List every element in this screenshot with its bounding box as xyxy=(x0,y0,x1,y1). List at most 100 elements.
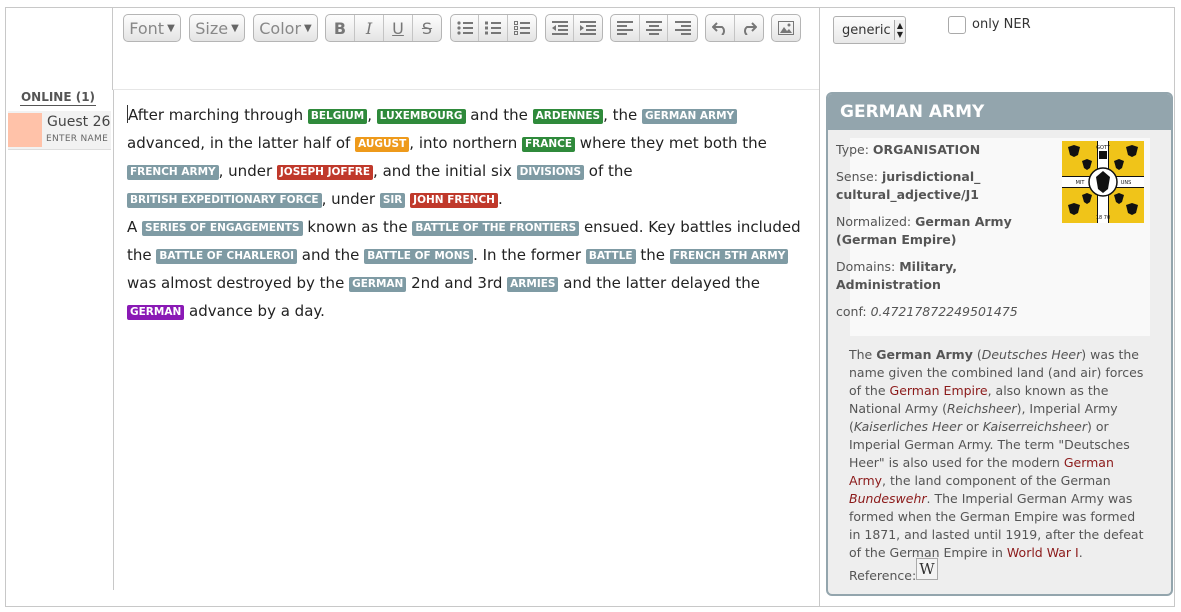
flag-motto-left: MIT xyxy=(1076,180,1086,186)
entity-title: GERMAN ARMY xyxy=(828,94,1171,130)
font-select-label: Font xyxy=(129,18,165,38)
chevron-down-icon: ▼ xyxy=(167,22,175,34)
conf-value: 0.47217872249501475 xyxy=(870,304,1018,319)
desc-italic-term: Deutsches Heer xyxy=(981,347,1082,362)
editor-text: 2nd and 3rd xyxy=(406,274,508,292)
redo-button[interactable] xyxy=(735,15,763,41)
numbered-list-button[interactable] xyxy=(479,15,508,41)
editor-text: . xyxy=(497,190,503,208)
bullet-list-icon xyxy=(457,21,473,35)
entity-tag[interactable]: JOHN FRENCH xyxy=(410,193,498,208)
bold-button[interactable]: B xyxy=(326,15,355,41)
outdent-button[interactable] xyxy=(546,15,575,41)
domains-value-line2: Administration xyxy=(836,277,941,292)
entity-tag[interactable]: GERMAN xyxy=(349,277,407,292)
entity-tag[interactable]: LUXEMBOURG xyxy=(376,109,466,124)
language-select-value: generic xyxy=(842,22,891,38)
text-style-group: B I U S xyxy=(325,14,442,42)
wikipedia-icon[interactable]: W xyxy=(916,558,938,580)
entity-tag[interactable]: BATTLE OF MONS xyxy=(364,249,474,264)
entity-tag[interactable]: GERMAN ARMY xyxy=(642,109,738,124)
editor-text: of the xyxy=(584,162,633,180)
editor-text: advance by a day. xyxy=(184,302,325,320)
history-group xyxy=(705,14,764,42)
size-select[interactable]: Size ▼ xyxy=(189,14,245,42)
enter-name-button[interactable]: ENTER NAME xyxy=(46,134,108,144)
undo-icon xyxy=(711,22,725,35)
entity-tag[interactable]: FRENCH ARMY xyxy=(127,165,219,180)
normalized-label: Normalized: xyxy=(836,214,912,229)
entity-tag[interactable]: FRENCH 5TH ARMY xyxy=(669,249,789,264)
imperial-war-flag-image: GOTT MIT UNS 18 70 xyxy=(1062,141,1144,223)
bundeswehr-link[interactable]: Bundeswehr xyxy=(849,491,927,506)
entity-sense: Sense: jurisdictional_ cultural_adjective… xyxy=(836,168,980,204)
align-center-button[interactable] xyxy=(640,15,669,41)
editor-text: , and the initial six xyxy=(373,162,517,180)
language-select[interactable]: generic ▲ ▼ xyxy=(833,16,906,44)
entity-tag[interactable]: SIR xyxy=(379,193,406,208)
only-ner-checkbox[interactable] xyxy=(948,16,966,34)
editor-text: , under xyxy=(321,190,380,208)
editor-text: where they met both the xyxy=(575,134,767,152)
desc-italic-term: Kaiserliches Heer xyxy=(853,419,962,434)
font-select[interactable]: Font ▼ xyxy=(123,14,181,42)
entity-tag[interactable]: BRITISH EXPEDITIONARY FORCE xyxy=(127,193,322,208)
entity-tag[interactable]: ARDENNES xyxy=(532,109,604,124)
color-select[interactable]: Color ▼ xyxy=(253,14,318,42)
entity-tag[interactable]: BATTLE OF CHARLEROI xyxy=(156,249,298,264)
entity-info-panel: GERMAN ARMY Type: ORGANISATION Sense: ju… xyxy=(826,92,1173,596)
outdent-icon xyxy=(551,21,568,35)
entity-tag[interactable]: BATTLE OF THE FRONTIERS xyxy=(412,221,580,236)
underline-button[interactable]: U xyxy=(384,15,413,41)
editor-text: and the xyxy=(297,246,365,264)
bullet-list-button[interactable] xyxy=(451,15,480,41)
normalized-value-line2: (German Empire) xyxy=(836,232,957,247)
entity-tag[interactable]: ARMIES xyxy=(507,277,559,292)
undo-button[interactable] xyxy=(706,15,735,41)
desc-italic-term: Reichsheer xyxy=(946,401,1017,416)
flag-years: 18 70 xyxy=(1096,215,1110,221)
italic-button[interactable]: I xyxy=(355,15,384,41)
strikethrough-button[interactable]: S xyxy=(413,15,441,41)
entity-type: Type: ORGANISATION xyxy=(836,141,980,159)
checklist-icon xyxy=(513,21,530,35)
entity-tag[interactable]: BELGIUM xyxy=(307,109,368,124)
insert-image-button[interactable] xyxy=(772,15,800,41)
flag-motto-right: UNS xyxy=(1121,180,1132,186)
align-center-icon xyxy=(645,21,662,35)
sense-label: Sense: xyxy=(836,169,878,184)
entity-tag[interactable]: BATTLE xyxy=(585,249,636,264)
sense-value-line1: jurisdictional_ xyxy=(881,169,981,184)
entity-tag[interactable]: JOSEPH JOFFRE xyxy=(276,165,374,180)
user-color-swatch[interactable] xyxy=(8,113,42,147)
align-right-icon xyxy=(674,21,691,35)
left-column-divider xyxy=(112,7,113,90)
editor-text: , xyxy=(367,106,377,124)
image-group xyxy=(771,14,801,42)
world-war-i-link[interactable]: World War I xyxy=(1007,545,1079,560)
toolbar-divider xyxy=(113,89,819,90)
german-empire-link[interactable]: German Empire xyxy=(890,383,988,398)
desc-bold-term: German Army xyxy=(876,347,973,362)
checklist-button[interactable] xyxy=(508,15,536,41)
align-right-button[interactable] xyxy=(668,15,697,41)
entity-tag[interactable]: DIVISIONS xyxy=(516,165,585,180)
indent-button[interactable] xyxy=(574,15,602,41)
annotated-text-editor[interactable]: After marching through BELGIUM, LUXEMBOU… xyxy=(127,101,817,325)
alignment-group xyxy=(610,14,698,42)
entity-tag[interactable]: GERMAN xyxy=(127,305,185,320)
entity-tag[interactable]: FRANCE xyxy=(521,137,576,152)
editor-paragraph-2: A SERIES OF ENGAGEMENTS known as the BAT… xyxy=(127,213,817,325)
color-select-label: Color xyxy=(259,18,302,38)
align-left-button[interactable] xyxy=(611,15,640,41)
editor-text: advanced, in the latter half of xyxy=(127,134,356,152)
domains-label: Domains: xyxy=(836,259,896,274)
entity-tag[interactable]: AUGUST xyxy=(355,137,410,152)
domains-value-line1: Military, xyxy=(899,259,958,274)
dropdown-arrow-icon: ▲ ▼ xyxy=(894,20,905,40)
desc-text: The xyxy=(849,347,877,362)
chevron-down-icon: ▼ xyxy=(231,22,239,34)
entity-tag[interactable]: SERIES OF ENGAGEMENTS xyxy=(142,221,303,236)
right-column-divider xyxy=(819,7,820,607)
editor-text: was almost destroyed by the xyxy=(127,274,350,292)
